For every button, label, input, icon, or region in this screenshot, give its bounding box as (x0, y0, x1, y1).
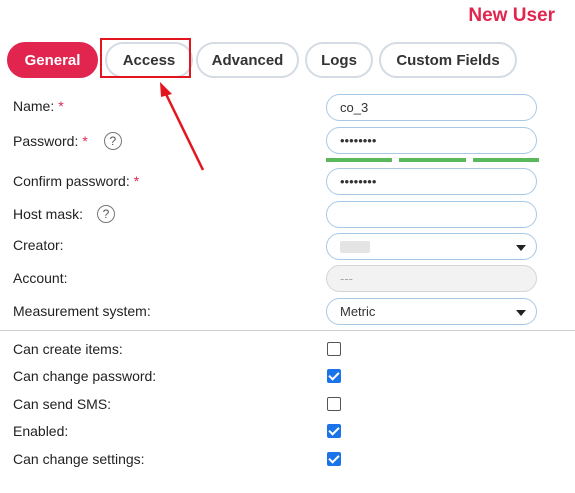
access-tab-highlight (100, 38, 191, 78)
password-input[interactable]: •••••••• (326, 127, 537, 154)
can-change-settings-checkbox[interactable] (327, 452, 341, 466)
account-label: Account: (13, 270, 68, 286)
section-divider (0, 330, 575, 331)
strength-segment (473, 158, 539, 162)
annotation-arrow-icon (160, 82, 205, 171)
can-send-sms-checkbox[interactable] (327, 397, 341, 411)
enabled-checkbox[interactable] (327, 424, 341, 438)
name-label: Name: * (13, 98, 64, 114)
creator-select[interactable] (326, 233, 537, 260)
strength-segment (399, 158, 466, 162)
measurement-system-label: Measurement system: (13, 303, 151, 319)
enabled-label: Enabled: (13, 423, 69, 439)
host-mask-label: Host mask: ? (13, 204, 116, 224)
can-send-sms-label: Can send SMS: (13, 396, 112, 412)
page-title: New User (468, 5, 555, 26)
tab-logs[interactable]: Logs (305, 42, 373, 78)
help-icon[interactable]: ? (103, 132, 122, 150)
tab-custom-fields[interactable]: Custom Fields (379, 42, 517, 78)
can-create-items-label: Can create items: (13, 341, 123, 357)
can-create-items-checkbox[interactable] (327, 342, 341, 356)
creator-label: Creator: (13, 237, 64, 253)
can-change-settings-label: Can change settings: (13, 451, 145, 467)
confirm-password-input[interactable]: •••••••• (326, 168, 537, 195)
account-input: --- (326, 265, 537, 292)
password-label: Password: * ? (13, 131, 122, 151)
measurement-system-select[interactable]: Metric (326, 298, 537, 325)
tab-advanced[interactable]: Advanced (196, 42, 299, 78)
required-mark: * (58, 98, 64, 114)
password-strength-meter (326, 158, 539, 162)
tab-general[interactable]: General (7, 42, 98, 78)
can-change-password-checkbox[interactable] (327, 369, 341, 383)
help-icon[interactable]: ? (97, 205, 116, 223)
can-change-password-label: Can change password: (13, 368, 157, 384)
host-mask-input[interactable] (326, 201, 537, 228)
name-input[interactable]: co_3 (326, 94, 537, 121)
required-mark: * (82, 133, 88, 149)
required-mark: * (133, 173, 140, 189)
redacted-value (340, 240, 370, 253)
confirm-password-label: Confirm password: * (13, 173, 140, 189)
strength-segment (326, 158, 392, 162)
